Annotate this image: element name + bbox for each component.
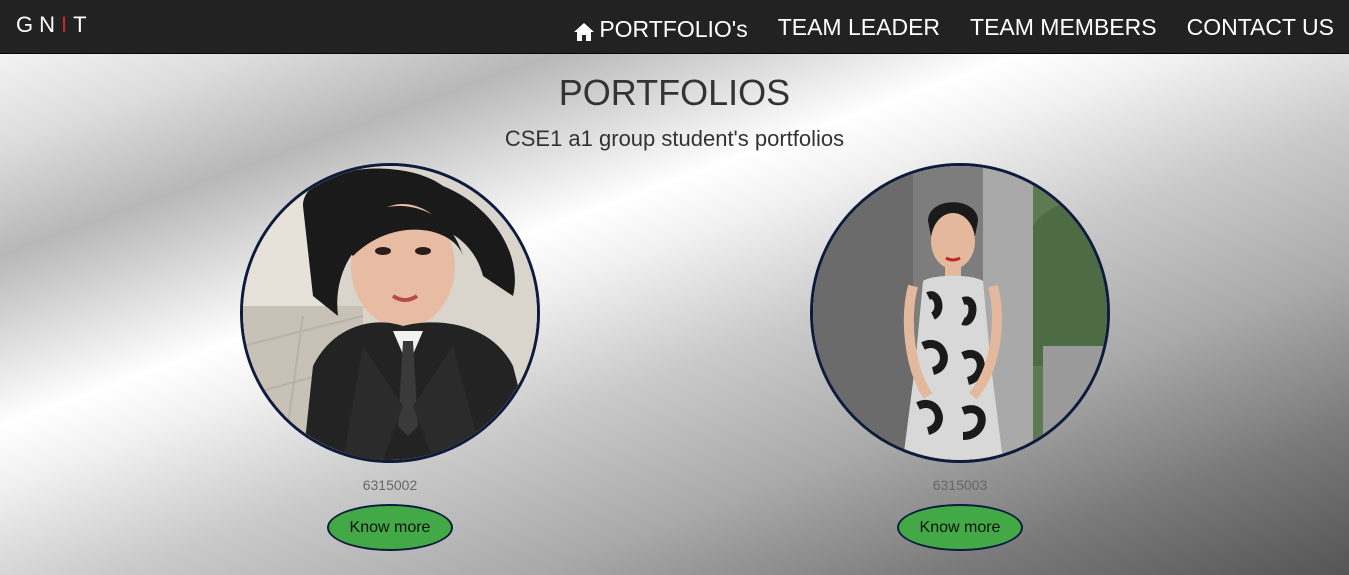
portfolio-card: 6315003 Know more	[810, 163, 1110, 551]
portfolio-card: 6315002 Know more	[240, 163, 540, 551]
nav-contact-us-link[interactable]: CONTACT US	[1172, 14, 1335, 41]
brand-letter-i: I	[61, 12, 74, 37]
navbar: GNIT PORTFOLIO's TEAM LEADER TEAM MEMBER…	[0, 0, 1349, 54]
know-more-button[interactable]: Know more	[327, 504, 453, 551]
student-id: 6315002	[362, 477, 418, 493]
student-id: 6315003	[932, 477, 988, 493]
nav-portfolio-label: PORTFOLIO's	[599, 15, 748, 42]
brand-letter-n: N	[39, 12, 62, 37]
student-photo	[240, 163, 540, 463]
page-title: PORTFOLIOS	[558, 72, 791, 113]
brand-letter-t: T	[73, 12, 93, 37]
nav-team-leader-link[interactable]: TEAM LEADER	[763, 14, 955, 41]
home-icon	[573, 21, 595, 41]
nav-team-members-link[interactable]: TEAM MEMBERS	[955, 14, 1172, 41]
nav-links: PORTFOLIO's TEAM LEADER TEAM MEMBERS CON…	[558, 0, 1335, 54]
nav-portfolio-link[interactable]: PORTFOLIO's	[558, 12, 762, 43]
student-photo	[810, 163, 1110, 463]
brand-logo[interactable]: GNIT	[16, 12, 93, 38]
brand-letter-g: G	[16, 12, 40, 37]
know-more-button[interactable]: Know more	[897, 504, 1023, 551]
page-subtitle: CSE1 a1 group student's portfolios	[504, 126, 845, 151]
